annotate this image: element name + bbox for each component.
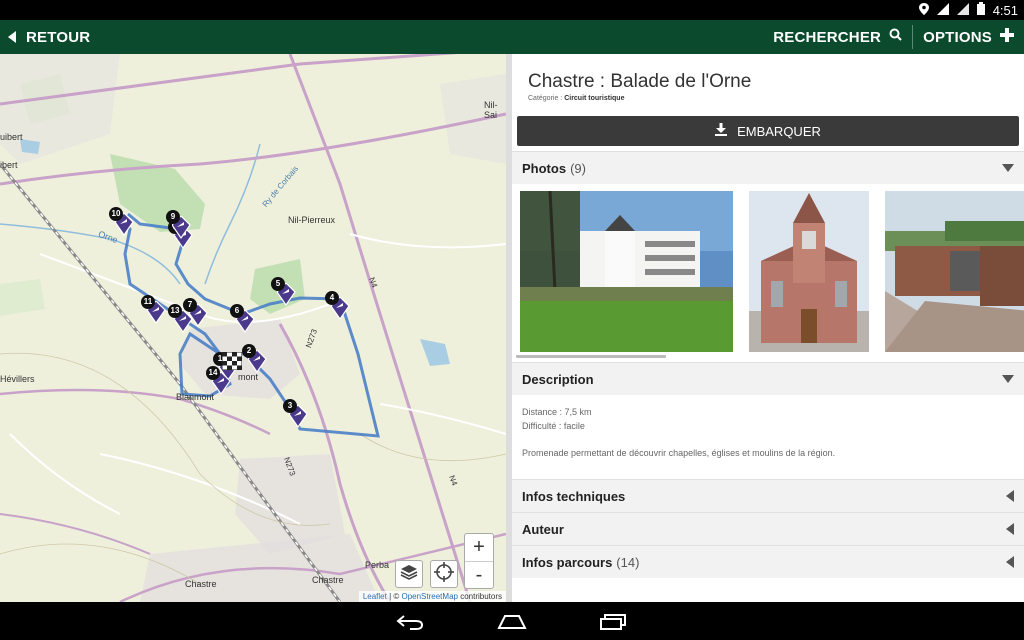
route-marker[interactable]: 11 xyxy=(141,295,171,327)
action-bar: RETOUR RECHERCHER OPTIONS xyxy=(0,20,1024,54)
section-label: Auteur xyxy=(522,521,564,537)
download-icon xyxy=(715,123,737,139)
category-label: Catégorie : xyxy=(528,95,565,102)
section-header[interactable]: Auteur xyxy=(512,512,1024,545)
section-label: Infos parcours xyxy=(522,554,613,570)
collapsed-sections: Infos techniques Auteur Infos parcours (14) xyxy=(512,479,1024,578)
leaflet-link[interactable]: Leaflet xyxy=(363,592,387,601)
clock: 4:51 xyxy=(992,2,1018,18)
map-label-nil-sai: Nil-Sai xyxy=(484,100,498,120)
section-header[interactable]: Infos parcours (14) xyxy=(512,545,1024,578)
home-nav-icon[interactable] xyxy=(497,615,527,634)
plus-icon xyxy=(992,27,1014,47)
section-count: (14) xyxy=(616,554,640,570)
expand-arrow-icon xyxy=(1006,556,1014,568)
layers-icon xyxy=(400,564,418,585)
marker-number: 2 xyxy=(242,344,256,358)
description-text: Promenade permettant de découvrir chapel… xyxy=(522,448,836,458)
embark-label: EMBARQUER xyxy=(737,123,821,139)
marker-number: 6 xyxy=(230,304,244,318)
search-label: RECHERCHER xyxy=(773,28,882,46)
collapse-arrow-icon xyxy=(1002,375,1014,383)
map-label-perba: Perba xyxy=(365,560,390,570)
photo-gallery[interactable] xyxy=(512,184,1024,362)
photos-label: Photos xyxy=(522,160,567,176)
attribution-contributors: contributors xyxy=(457,592,502,601)
marker-number: 3 xyxy=(283,399,297,413)
battery-icon xyxy=(976,2,985,18)
zoom-control: + - xyxy=(464,533,494,589)
map-label-uibert-1: uibert xyxy=(0,132,23,142)
description-body: Distance : 7,5 km Difficulté : facile Pr… xyxy=(512,395,1024,479)
location-icon xyxy=(918,2,929,18)
category-value: Circuit touristique xyxy=(564,95,625,102)
route-marker[interactable]: 3 xyxy=(283,399,313,431)
gallery-scrollbar[interactable] xyxy=(516,355,666,358)
photos-section-header[interactable]: Photos (9) xyxy=(512,151,1024,184)
search-icon xyxy=(881,28,902,46)
photos-count: (9) xyxy=(570,160,586,176)
options-button[interactable]: OPTIONS xyxy=(913,20,1024,54)
back-label: RETOUR xyxy=(26,28,91,46)
osm-link[interactable]: OpenStreetMap xyxy=(401,592,457,601)
route-marker[interactable]: 2 xyxy=(242,344,272,376)
map-label-chastre-1: Chastre xyxy=(185,579,217,589)
description-label: Description xyxy=(522,371,594,387)
crosshair-icon xyxy=(434,561,454,587)
collapse-arrow-icon xyxy=(1002,164,1014,172)
category-line: Catégorie : Circuit touristique xyxy=(528,95,1024,102)
photo-mill[interactable] xyxy=(520,191,733,352)
description-section-header[interactable]: Description xyxy=(512,362,1024,395)
section-label: Infos techniques xyxy=(522,488,626,504)
photo-church[interactable] xyxy=(749,191,869,352)
map-view[interactable]: Nil-Sai uibert ibert Nil-Pierreux Ry de … xyxy=(0,54,506,602)
map-label-nil-pierreux: Nil-Pierreux xyxy=(288,215,336,225)
embark-button[interactable]: EMBARQUER xyxy=(517,116,1019,146)
route-marker[interactable]: 4 xyxy=(325,291,355,323)
route-marker[interactable]: 9 xyxy=(166,210,196,242)
title-area: Chastre : Balade de l'Orne Catégorie : C… xyxy=(512,54,1024,112)
zoom-out-button[interactable]: - xyxy=(465,561,493,588)
route-marker[interactable]: 6 xyxy=(230,304,260,336)
marker-number: 10 xyxy=(109,207,123,221)
navigation-bar xyxy=(0,602,1024,640)
photo-wall[interactable] xyxy=(885,191,1024,352)
route-marker[interactable]: 13 xyxy=(168,304,198,336)
locate-button[interactable] xyxy=(430,560,458,588)
difficulty-text: Difficulté : facile xyxy=(522,421,585,431)
back-arrow-icon xyxy=(8,31,16,43)
screen: 4:51 RETOUR RECHERCHER OPTIONS Nil-Sai u… xyxy=(0,0,1024,640)
marker-number: 5 xyxy=(271,277,285,291)
back-button[interactable]: RETOUR xyxy=(0,20,90,54)
marker-number: 11 xyxy=(141,295,155,309)
map-label-uibert-2: ibert xyxy=(0,160,18,170)
marker-number: 9 xyxy=(166,210,180,224)
options-label: OPTIONS xyxy=(923,28,992,46)
detail-panel: Chastre : Balade de l'Orne Catégorie : C… xyxy=(506,54,1024,602)
recents-nav-icon[interactable] xyxy=(600,614,626,635)
back-nav-icon[interactable] xyxy=(396,614,424,635)
attribution-separator: | © xyxy=(386,592,402,601)
marker-number: 4 xyxy=(325,291,339,305)
route-title: Chastre : Balade de l'Orne xyxy=(528,71,752,92)
map-label-chastre-2: Chastre xyxy=(312,575,344,585)
layers-button[interactable] xyxy=(395,560,423,588)
expand-arrow-icon xyxy=(1006,490,1014,502)
marker-number: 13 xyxy=(168,304,182,318)
route-marker[interactable]: 5 xyxy=(271,277,301,309)
route-marker[interactable]: 10 xyxy=(109,207,139,239)
signal-3g-icon xyxy=(936,2,949,18)
status-bar: 4:51 xyxy=(0,0,1024,20)
marker-number: 14 xyxy=(206,366,220,380)
section-header[interactable]: Infos techniques xyxy=(512,479,1024,512)
zoom-in-button[interactable]: + xyxy=(465,534,493,561)
map-attribution: Leaflet | © OpenStreetMap contributors xyxy=(358,591,506,602)
distance-text: Distance : 7,5 km xyxy=(522,407,592,417)
signal-bars-icon xyxy=(956,2,969,18)
expand-arrow-icon xyxy=(1006,523,1014,535)
checkered-flag-icon[interactable] xyxy=(221,351,243,375)
search-button[interactable]: RECHERCHER xyxy=(763,20,912,54)
map-label-hevillers: Hévillers xyxy=(0,374,35,384)
